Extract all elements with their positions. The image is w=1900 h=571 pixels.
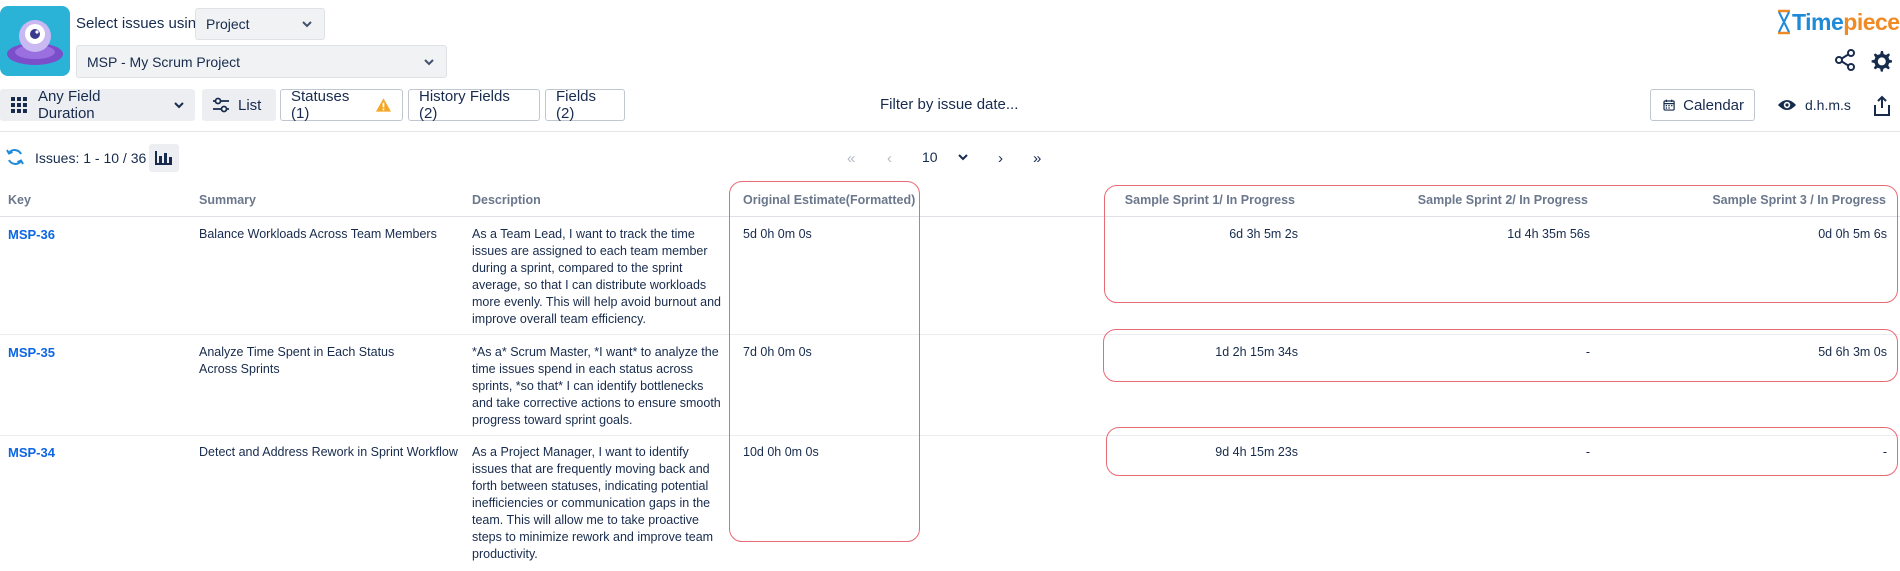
sliders-icon: [213, 97, 229, 113]
history-fields-button[interactable]: History Fields (2): [408, 88, 540, 122]
toolbar-divider: [0, 131, 1900, 132]
chevron-down-icon: [424, 58, 434, 65]
list-view-label: List: [238, 96, 262, 114]
statuses-button[interactable]: Statuses (1): [280, 88, 403, 122]
sprint-row-3-highlight: [1106, 427, 1898, 476]
timepiece-brand: Timepiece: [1776, 8, 1900, 36]
chart-button[interactable]: [149, 144, 179, 172]
calendar-button[interactable]: Calendar: [1650, 89, 1755, 121]
last-page-icon[interactable]: »: [1033, 150, 1041, 167]
duration-type-label: Any Field Duration: [37, 88, 101, 122]
previous-page-icon[interactable]: ‹: [887, 150, 892, 167]
issue-description: *As a* Scrum Master, *I want* to analyze…: [472, 345, 721, 427]
warning-icon: [376, 98, 392, 112]
next-page-icon[interactable]: ›: [998, 150, 1003, 167]
page-size-value[interactable]: 10: [922, 149, 938, 165]
issue-description: As a Project Manager, I want to identify…: [472, 445, 714, 561]
sprint-row-2-highlight: [1103, 329, 1898, 382]
brand-part1: Time: [1792, 8, 1844, 35]
time-format-button[interactable]: d.h.m.s: [1777, 89, 1851, 121]
eye-icon: [1778, 100, 1796, 110]
brand-part2: piece: [1843, 8, 1900, 35]
time-format-label: d.h.m.s: [1805, 97, 1851, 113]
project-dropdown[interactable]: MSP - My Scrum Project: [76, 45, 447, 78]
select-issues-label: Select issues using: [76, 15, 205, 32]
issue-summary: Balance Workloads Across Team Members: [199, 227, 437, 241]
calendar-icon: [1663, 99, 1675, 111]
list-view-button[interactable]: List: [202, 89, 276, 121]
column-header-summary[interactable]: Summary: [199, 193, 256, 207]
fields-button[interactable]: Fields (2): [545, 88, 625, 122]
grid-icon: [10, 97, 27, 113]
share-icon[interactable]: [1834, 49, 1856, 71]
chevron-down-icon[interactable]: [957, 153, 969, 162]
issue-source-dropdown[interactable]: Project: [195, 8, 325, 40]
issue-key-link[interactable]: MSP-34: [8, 444, 55, 461]
duration-type-dropdown[interactable]: Any Field Duration: [0, 88, 195, 122]
export-icon[interactable]: [1872, 95, 1892, 117]
app-logo: [0, 6, 70, 76]
first-page-icon[interactable]: «: [847, 150, 855, 167]
fields-label: Fields (2): [556, 88, 597, 122]
filter-by-date-link[interactable]: Filter by issue date...: [880, 96, 1018, 113]
chevron-down-icon: [174, 101, 184, 108]
project-value: MSP - My Scrum Project: [87, 53, 240, 70]
statuses-label: Statuses (1): [291, 88, 350, 122]
gear-icon[interactable]: [1869, 49, 1893, 73]
history-fields-label: History Fields (2): [419, 88, 510, 122]
issue-summary: Analyze Time Spent in Each Status Across…: [199, 345, 395, 376]
issue-key-link[interactable]: MSP-35: [8, 344, 55, 361]
hourglass-icon: [1778, 9, 1790, 35]
calendar-label: Calendar: [1683, 96, 1744, 114]
issues-count: Issues: 1 - 10 / 36: [35, 150, 147, 166]
estimate-column-highlight: [729, 181, 920, 542]
column-header-description[interactable]: Description: [472, 193, 541, 207]
sprint-row-1-highlight: [1104, 185, 1898, 303]
refresh-icon[interactable]: [6, 148, 24, 166]
column-header-key[interactable]: Key: [8, 193, 31, 207]
issue-source-value: Project: [206, 16, 250, 32]
issue-description: As a Team Lead, I want to track the time…: [472, 227, 721, 326]
issue-summary: Detect and Address Rework in Sprint Work…: [199, 445, 458, 459]
bar-chart-icon: [155, 151, 172, 165]
chevron-down-icon: [302, 21, 312, 28]
issue-key-link[interactable]: MSP-36: [8, 226, 55, 243]
